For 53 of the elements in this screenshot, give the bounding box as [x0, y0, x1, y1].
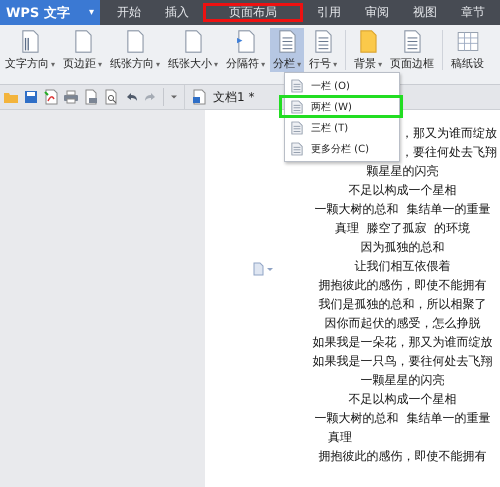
ribbon-tab[interactable]: 开始	[105, 3, 153, 22]
page-icon	[291, 120, 303, 134]
ribbon-tab[interactable]: 视图	[401, 3, 449, 22]
ribbon-button[interactable]: 分隔符 ▾	[223, 28, 268, 72]
page-icon	[291, 78, 303, 92]
poem-line: 如果我是一朵花，那又为谁而绽放	[312, 335, 492, 349]
poem-line: 真理	[328, 430, 352, 444]
poem-line: 不足以构成一个星相	[348, 183, 456, 197]
ribbon-button[interactable]: 页边距 ▾	[60, 28, 106, 72]
ribbon-button[interactable]: 页面边框	[387, 28, 438, 72]
ribbon-tab[interactable]: 章节	[449, 3, 497, 22]
ribbon-button[interactable]: 纸张方向 ▾	[107, 28, 164, 72]
ribbon-tab[interactable]: 页面布局	[203, 3, 303, 22]
poem-line: 不足以构成一个星相	[348, 392, 456, 406]
poem-line: 拥抱彼此的感伤，即使不能拥有	[318, 278, 486, 292]
paragraph-marker-icon[interactable]	[252, 262, 274, 276]
poem-line: 一颗大树的总和 集结单一的重量	[314, 411, 490, 425]
page-icon	[291, 142, 303, 156]
page-icon	[291, 100, 303, 114]
grid-icon	[454, 29, 481, 54]
ribbon-button[interactable]: 纸张大小 ▾	[165, 28, 222, 72]
save-icon[interactable]	[23, 89, 39, 105]
ribbon-button[interactable]: 文字方向 ▾	[2, 28, 58, 72]
document-icon	[191, 89, 207, 105]
printer-icon[interactable]	[63, 89, 79, 105]
menu-item[interactable]: 两栏 (W)	[280, 96, 402, 117]
poem-line: ，那又为谁而绽放	[401, 126, 497, 140]
print-preview-icon[interactable]	[83, 89, 99, 105]
poem-line: 因你而起伏的感受，怎么挣脱	[324, 316, 480, 330]
app-menu-button[interactable]: WPS 文字 ▾	[0, 0, 100, 25]
poem-line: 让我们相互依偎着	[354, 259, 450, 273]
ribbon-button[interactable]: 分栏 ▾	[270, 28, 304, 72]
ribbon-tab[interactable]: 插入	[153, 3, 201, 22]
poem-line: 真理 滕空了孤寂 的环境	[334, 221, 470, 235]
poem-line: ，要往何处去飞翔	[401, 145, 497, 159]
poem-line: 一颗大树的总和 集结单一的重量	[314, 202, 490, 216]
poem-line: 拥抱彼此的感伤，即使不能拥有	[318, 449, 486, 463]
menu-item[interactable]: 更多分栏 (C)	[285, 138, 399, 159]
poem-line: 如果我是一只鸟，要往何处去飞翔	[312, 354, 492, 368]
poem-line: 因为孤独的总和	[360, 240, 444, 254]
poem-line: 我们是孤独的总和，所以相聚了	[318, 297, 486, 311]
pdf-icon[interactable]	[43, 89, 59, 105]
poem-line: 颗星星的闪亮	[366, 164, 438, 178]
poem-line: 一颗星星的闪亮	[360, 373, 444, 387]
menu-item[interactable]: 一栏 (O)	[285, 75, 399, 96]
menu-item[interactable]: 三栏 (T)	[285, 117, 399, 138]
ribbon-tab[interactable]: 引用	[305, 3, 353, 22]
document-tab[interactable]: 文档1 *	[184, 85, 260, 109]
ribbon-button[interactable]: 背景 ▾	[351, 28, 386, 72]
ribbon-button[interactable]: 稿纸设	[448, 28, 488, 72]
ribbon-button[interactable]: 行号 ▾	[306, 28, 340, 72]
page-search-icon[interactable]	[103, 89, 119, 105]
ribbon-tab[interactable]: 审阅	[353, 3, 401, 22]
